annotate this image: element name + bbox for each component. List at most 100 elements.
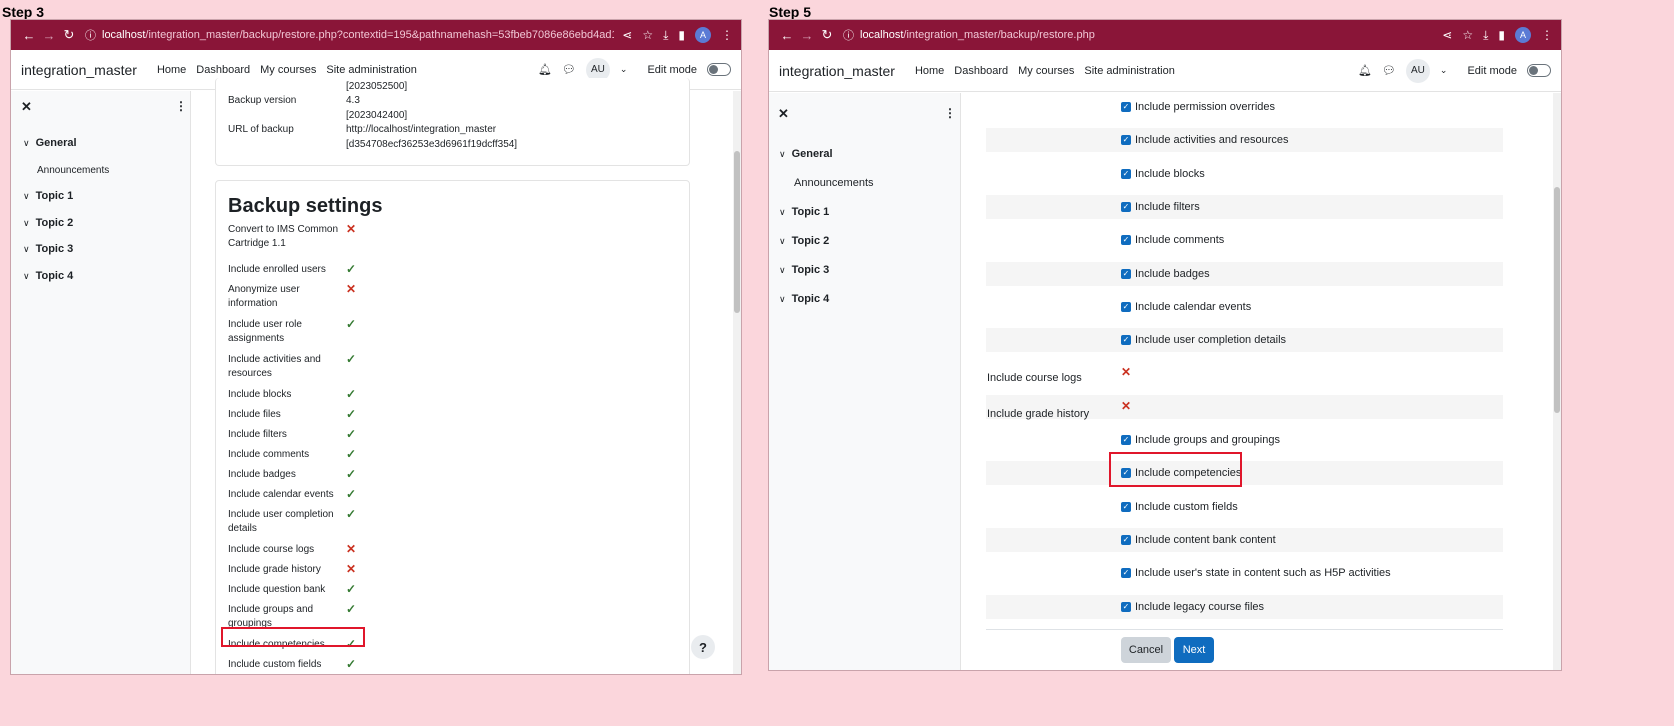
bookmark-star-icon[interactable]: ☆ <box>1462 28 1473 42</box>
setting-include-comments: Include comments <box>228 449 310 460</box>
page-scrollbar[interactable] <box>1553 93 1561 670</box>
cancel-button[interactable]: Cancel <box>1121 637 1171 663</box>
checkbox-row-include-custom-fields[interactable]: ✓ Include custom fields <box>1121 501 1238 513</box>
drawer-item-announcements[interactable]: Announcements <box>37 165 109 176</box>
cross-icon: ✕ <box>1121 398 1132 413</box>
checkbox-label: Include comments <box>1135 234 1225 247</box>
checkbox-checked-icon[interactable]: ✓ <box>1121 601 1131 612</box>
bell-icon[interactable]: 🔔︎ <box>538 63 552 76</box>
row-stripe <box>986 194 1503 219</box>
next-button[interactable]: Next <box>1174 637 1214 663</box>
checkbox-row-include-filters[interactable]: ✓ Include filters <box>1121 201 1200 213</box>
checkbox-label: Include groups and groupings <box>1135 434 1280 446</box>
checkbox-checked-icon[interactable]: ✓ <box>1121 168 1131 179</box>
checkbox-row-include-user-completion-details[interactable]: ✓ Include user completion details <box>1121 334 1286 346</box>
bell-icon[interactable]: 🔔︎ <box>1358 64 1372 77</box>
address-bar[interactable]: ⓘ localhost/integration_master/backup/re… <box>85 27 614 43</box>
checkbox-checked-icon[interactable]: ✓ <box>1121 301 1131 312</box>
checkbox-checked-icon[interactable]: ✓ <box>1121 568 1131 579</box>
checkbox-checked-icon[interactable]: ✓ <box>1121 135 1131 146</box>
checkbox-checked-icon[interactable]: ✓ <box>1121 201 1131 212</box>
edit-mode-toggle[interactable] <box>707 63 731 76</box>
checkbox-checked-icon[interactable]: ✓ <box>1121 534 1131 545</box>
drawer-section-topic-1[interactable]: ∨ Topic 1 <box>779 206 829 218</box>
browser-menu-icon[interactable]: ⋮ <box>721 28 733 42</box>
nav-site-administration[interactable]: Site administration <box>326 64 417 76</box>
profile-avatar-icon[interactable]: A <box>1515 27 1531 43</box>
checkbox-checked-icon[interactable]: ✓ <box>1121 268 1131 279</box>
scrollbar-thumb[interactable] <box>734 151 740 313</box>
nav-home[interactable]: Home <box>157 64 186 76</box>
site-brand[interactable]: integration_master <box>779 63 895 79</box>
chat-icon[interactable]: 💬︎ <box>1382 64 1396 77</box>
checkbox-row-include-user-s-state-in-content-such-as-h5p-activities[interactable]: ✓ Include user's state in content such as… <box>1121 567 1391 579</box>
nav-my-courses[interactable]: My courses <box>260 64 316 76</box>
help-button[interactable]: ? <box>691 635 715 659</box>
checkbox-checked-icon[interactable]: ✓ <box>1121 435 1131 445</box>
nav-dashboard[interactable]: Dashboard <box>196 64 250 76</box>
checkbox-row-include-content-bank-content[interactable]: ✓ Include content bank content <box>1121 534 1276 546</box>
forward-arrow-icon[interactable]: → <box>39 28 59 43</box>
back-arrow-icon[interactable]: ← <box>19 28 39 43</box>
drawer-menu-icon[interactable]: ⋮ <box>944 106 956 120</box>
reload-icon[interactable]: ↻ <box>817 27 837 43</box>
download-icon[interactable]: ⤓ <box>663 28 668 43</box>
site-brand[interactable]: integration_master <box>21 62 137 78</box>
reload-icon[interactable]: ↻ <box>59 27 79 43</box>
forward-arrow-icon[interactable]: → <box>797 28 817 43</box>
drawer-section-topic-3[interactable]: ∨ Topic 3 <box>23 243 73 255</box>
nav-site-administration[interactable]: Site administration <box>1084 65 1175 77</box>
chevron-down-icon: ∨ <box>779 293 786 304</box>
drawer-section-topic-1[interactable]: ∨ Topic 1 <box>23 190 73 202</box>
close-drawer-icon[interactable]: ✕ <box>778 106 789 122</box>
profile-avatar-icon[interactable]: A <box>695 27 711 43</box>
checkbox-row-include-permission-overrides[interactable]: ✓ Include permission overrides <box>1121 101 1275 113</box>
drawer-section-topic-4[interactable]: ∨ Topic 4 <box>779 293 829 305</box>
drawer-section-topic-2[interactable]: ∨ Topic 2 <box>23 217 73 229</box>
checkbox-row-include-groups-and-groupings[interactable]: ✓ Include groups and groupings <box>1121 434 1280 446</box>
setting-include-user-completion-details: Include user completion details <box>228 509 334 534</box>
checkbox-checked-icon[interactable]: ✓ <box>1121 235 1131 246</box>
share-icon[interactable]: ⋖ <box>622 28 632 42</box>
address-bar[interactable]: ⓘ localhost/integration_master/backup/re… <box>843 27 1434 43</box>
side-panel-icon[interactable]: ▮ <box>1498 28 1505 42</box>
drawer-section-topic-4[interactable]: ∨ Topic 4 <box>23 270 73 282</box>
browser-menu-icon[interactable]: ⋮ <box>1541 28 1553 42</box>
chat-icon[interactable]: 💬︎ <box>562 63 576 76</box>
nav-dashboard[interactable]: Dashboard <box>954 65 1008 77</box>
drawer-menu-icon[interactable]: ⋮ <box>175 99 187 113</box>
edit-mode-toggle[interactable] <box>1527 64 1551 77</box>
backup-version-label: Backup version <box>228 95 297 106</box>
drawer-item-announcements[interactable]: Announcements <box>794 177 874 189</box>
checkbox-row-include-badges[interactable]: ✓ Include badges <box>1121 268 1210 280</box>
share-icon[interactable]: ⋖ <box>1442 28 1452 42</box>
back-arrow-icon[interactable]: ← <box>777 28 797 43</box>
checkbox-checked-icon[interactable]: ✓ <box>1121 102 1131 112</box>
drawer-section-topic-3[interactable]: ∨ Topic 3 <box>779 264 829 276</box>
close-drawer-icon[interactable]: ✕ <box>21 99 32 115</box>
checkbox-row-include-activities-and-resources[interactable]: ✓ Include activities and resources <box>1121 134 1288 146</box>
site-info-icon[interactable]: ⓘ <box>843 27 854 43</box>
checkbox-checked-icon[interactable]: ✓ <box>1121 335 1131 346</box>
drawer-section-topic-2[interactable]: ∨ Topic 2 <box>779 235 829 247</box>
drawer-section-general[interactable]: ∨ General <box>779 148 833 160</box>
nav-home[interactable]: Home <box>915 65 944 77</box>
browser-toolbar: ← → ↻ ⓘ localhost/integration_master/bac… <box>769 20 1561 50</box>
nav-my-courses[interactable]: My courses <box>1018 65 1074 77</box>
checkbox-row-include-comments[interactable]: ✓ Include comments <box>1121 234 1224 246</box>
scrollbar-thumb[interactable] <box>1554 187 1560 413</box>
bookmark-star-icon[interactable]: ☆ <box>642 28 653 42</box>
checkbox-row-include-blocks[interactable]: ✓ Include blocks <box>1121 168 1205 180</box>
setting-include-grade-history: Include grade history <box>228 564 321 575</box>
page-scrollbar[interactable] <box>733 91 741 674</box>
download-icon[interactable]: ⤓ <box>1483 28 1488 43</box>
site-info-icon[interactable]: ⓘ <box>85 27 96 43</box>
chevron-down-icon[interactable]: ⌄ <box>620 64 628 75</box>
checkbox-row-include-legacy-course-files[interactable]: ✓ Include legacy course files <box>1121 601 1264 613</box>
drawer-section-general[interactable]: ∨ General <box>23 137 77 149</box>
chevron-down-icon[interactable]: ⌄ <box>1440 65 1448 76</box>
user-avatar[interactable]: AU <box>1405 58 1430 83</box>
checkbox-checked-icon[interactable]: ✓ <box>1121 501 1131 512</box>
checkbox-row-include-calendar-events[interactable]: ✓ Include calendar events <box>1121 301 1251 313</box>
side-panel-icon[interactable]: ▮ <box>678 28 685 42</box>
